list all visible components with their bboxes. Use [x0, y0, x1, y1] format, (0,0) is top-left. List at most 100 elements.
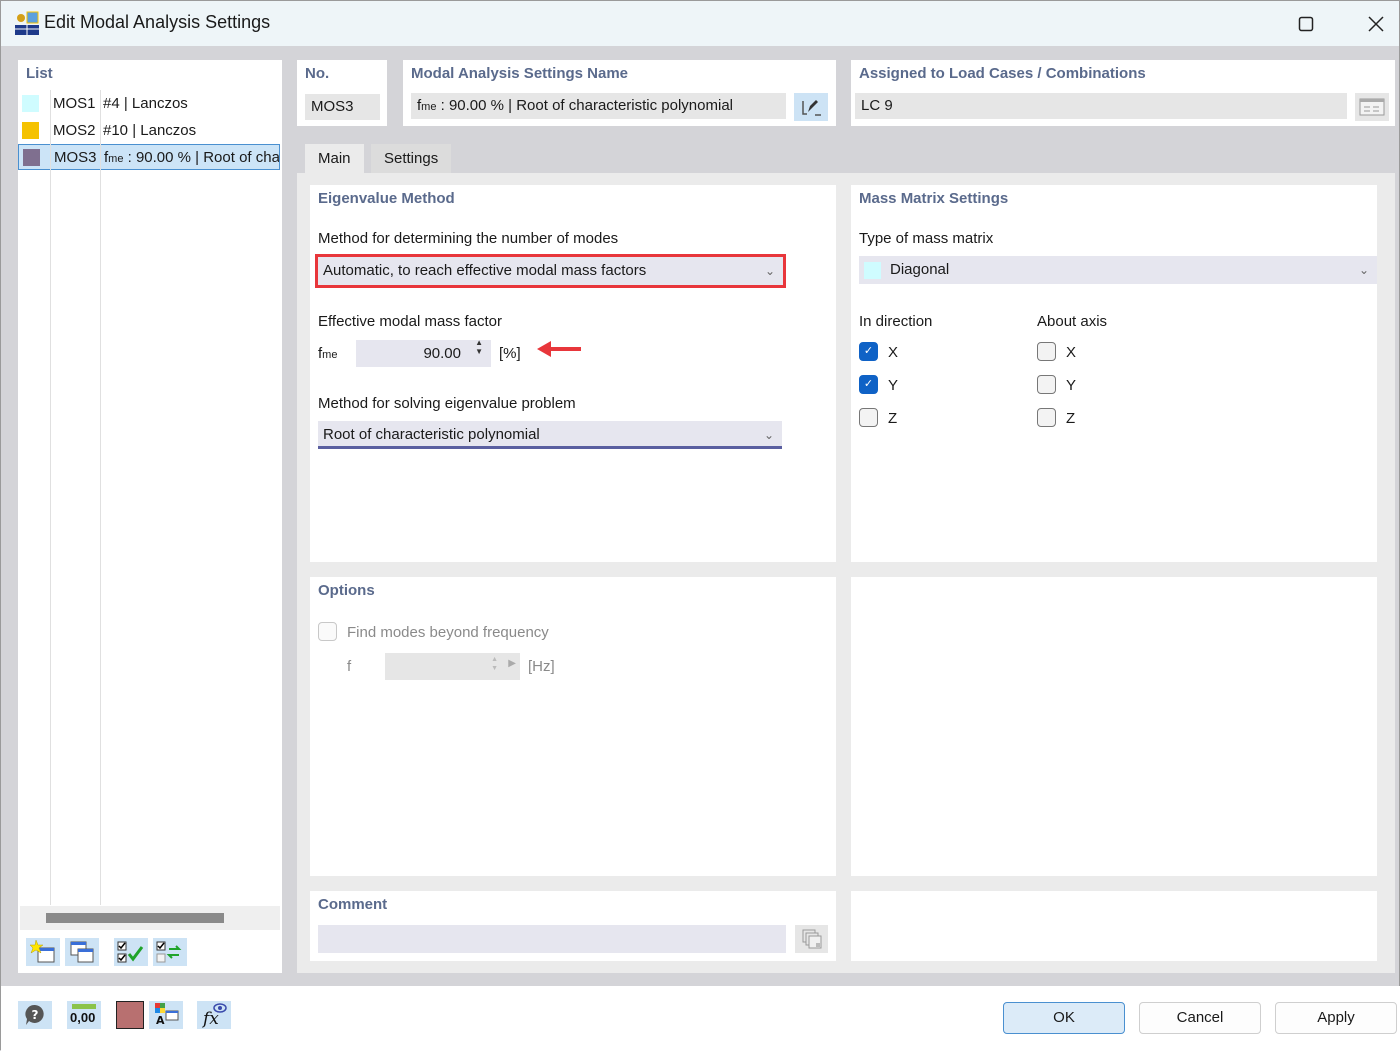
number-panel: No. MOS3 [297, 60, 387, 126]
find-modes-label: Find modes beyond frequency [347, 624, 549, 641]
color-swatch [22, 121, 39, 139]
new-window-icon [30, 940, 55, 963]
formula-eye-icon: fx [201, 1003, 227, 1028]
assigned-field[interactable]: LC 9 [855, 93, 1347, 119]
chevron-down-icon: ⌄ [1358, 263, 1369, 277]
list-header: List [26, 65, 53, 82]
color-swatch [22, 94, 39, 112]
invert-selection-button[interactable] [153, 938, 187, 966]
cancel-button[interactable]: Cancel [1139, 1002, 1261, 1034]
red-arrow-annotation [537, 341, 581, 357]
name-field[interactable]: fme : 90.00 % | Root of characteristic p… [411, 93, 786, 119]
direction-z-label: Z [888, 410, 898, 427]
check-all-button[interactable] [114, 938, 148, 966]
list-item-mos3[interactable]: MOS3 fme : 90.00 % | Root of characteris… [18, 144, 280, 170]
frequency-input[interactable]: ▲ ▼ ▶ [385, 653, 520, 680]
dialog-window: Edit Modal Analysis Settings List MOS1 #… [0, 0, 1400, 1051]
tab-settings[interactable]: Settings [371, 144, 452, 174]
help-icon: ? [25, 1004, 44, 1025]
mass-matrix-header: Mass Matrix Settings [859, 190, 1009, 207]
modes-method-label: Method for determining the number of mod… [318, 230, 619, 247]
color-swatch [864, 261, 881, 279]
list-item-desc: #10 | Lanczos [103, 121, 197, 139]
copy-window-icon [70, 941, 94, 963]
solve-method-label: Method for solving eigenvalue problem [318, 395, 576, 412]
comment-input[interactable] [318, 925, 786, 953]
spinner-icon[interactable]: ▲ ▼ [475, 338, 483, 356]
factor-unit: [%] [499, 345, 521, 362]
display-properties-icon: A [155, 1003, 179, 1027]
list-item-desc: #4 | Lanczos [103, 94, 188, 112]
assigned-label: Assigned to Load Cases / Combinations [859, 65, 1146, 82]
mass-type-label: Type of mass matrix [859, 230, 994, 247]
color-picker-button[interactable] [116, 1001, 144, 1029]
app-icon [15, 11, 39, 35]
edit-name-button[interactable] [794, 93, 828, 121]
horizontal-scrollbar[interactable] [20, 906, 280, 930]
mass-type-dropdown[interactable]: Diagonal ⌄ [859, 256, 1377, 284]
direction-x-label: X [888, 344, 899, 361]
axis-label: About axis [1037, 313, 1108, 330]
axis-z-checkbox[interactable] [1037, 408, 1056, 427]
solve-method-dropdown[interactable]: Root of characteristic polynomial ⌄ [318, 421, 782, 449]
svg-text:?: ? [32, 1008, 39, 1022]
eigenvalue-panel: Eigenvalue Method Method for determining… [310, 185, 836, 562]
modes-method-value: Automatic, to reach effective modal mass… [323, 262, 647, 279]
axis-y-checkbox[interactable] [1037, 375, 1056, 394]
direction-y-checkbox[interactable]: ✓ [859, 375, 878, 394]
ok-button[interactable]: OK [1003, 1002, 1125, 1034]
maximize-button[interactable] [1283, 1, 1329, 46]
apply-button[interactable]: Apply [1275, 1002, 1397, 1034]
empty-panel [851, 577, 1377, 876]
edit-pencil-icon [802, 100, 821, 116]
direction-x-checkbox[interactable]: ✓ [859, 342, 878, 361]
direction-y-label: Y [888, 377, 899, 394]
column-divider [50, 90, 51, 905]
chevron-down-icon: ⌄ [763, 428, 774, 442]
comment-library-button[interactable] [795, 925, 828, 953]
scrollbar-thumb[interactable] [46, 913, 224, 923]
axis-x-checkbox[interactable] [1037, 342, 1056, 361]
options-header: Options [318, 582, 375, 599]
axis-x-label: X [1066, 344, 1077, 361]
axis-y-label: Y [1066, 377, 1077, 394]
direction-z-checkbox[interactable] [859, 408, 878, 427]
title-bar: Edit Modal Analysis Settings [1, 1, 1399, 46]
bottom-bar: ? 0,00 A fx OK Cancel Apply [1, 986, 1400, 1051]
chevron-down-icon: ⌄ [764, 264, 775, 278]
find-modes-checkbox[interactable] [318, 622, 337, 641]
modes-method-dropdown[interactable]: Automatic, to reach effective modal mass… [315, 254, 786, 288]
list-item-id: MOS1 [53, 94, 96, 112]
name-panel: Modal Analysis Settings Name fme : 90.00… [403, 60, 836, 126]
options-panel: Options Find modes beyond frequency f ▲ ▼… [310, 577, 836, 876]
mass-matrix-panel: Mass Matrix Settings Type of mass matrix… [851, 185, 1377, 562]
decimals-text: 0,00 [70, 1010, 96, 1025]
units-decimals-button[interactable]: 0,00 [67, 1001, 101, 1029]
comment-header: Comment [318, 896, 388, 913]
close-button[interactable] [1353, 1, 1399, 46]
name-label: Modal Analysis Settings Name [411, 65, 629, 82]
frequency-unit: [Hz] [528, 658, 555, 675]
factor-input[interactable]: 90.00 ▲ ▼ [356, 338, 491, 367]
factor-label: Effective modal mass factor [318, 313, 502, 330]
spinner-icon: ▲ ▼ [491, 656, 498, 672]
list-item-id: MOS2 [53, 121, 96, 139]
new-item-button[interactable] [26, 938, 60, 966]
copy-item-button[interactable] [65, 938, 99, 966]
list-item-mos1[interactable]: MOS1 #4 | Lanczos [18, 90, 280, 116]
solve-method-value: Root of characteristic polynomial [323, 426, 540, 443]
help-button[interactable]: ? [18, 1001, 52, 1029]
list-item-id: MOS3 [54, 148, 97, 166]
direction-label: In direction [859, 313, 933, 330]
tab-main[interactable]: Main [305, 144, 364, 174]
number-field[interactable]: MOS3 [305, 94, 380, 120]
assigned-panel: Assigned to Load Cases / Combinations LC… [851, 60, 1395, 126]
display-properties-button[interactable]: A [149, 1001, 183, 1029]
column-divider [100, 90, 101, 905]
list-item-mos2[interactable]: MOS2 #10 | Lanczos [18, 117, 280, 143]
list-window-icon [1359, 98, 1385, 116]
maximize-icon [1298, 16, 1314, 31]
select-load-cases-button[interactable] [1355, 93, 1389, 121]
formula-button[interactable]: fx [197, 1001, 231, 1029]
invert-selection-icon [156, 941, 182, 963]
